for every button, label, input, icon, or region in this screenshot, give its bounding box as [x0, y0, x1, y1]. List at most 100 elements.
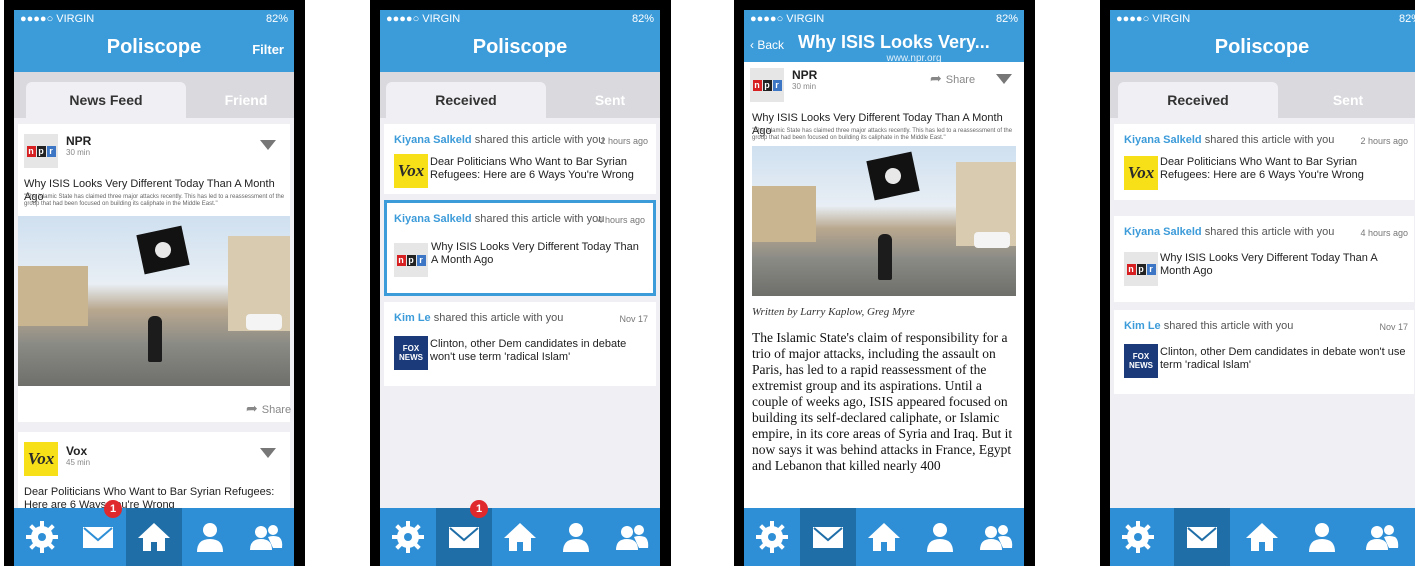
filter-button[interactable]: Filter: [252, 42, 284, 57]
time-ago: 4 hours ago: [597, 215, 645, 225]
tab-sent[interactable]: Sent: [1300, 82, 1396, 118]
snippet: "The Islamic State has claimed three maj…: [24, 194, 285, 207]
back-button[interactable]: ‹ Back: [750, 38, 784, 52]
sharer-line: Kiyana Salkeld shared this article with …: [394, 213, 605, 225]
news-card[interactable]: Vox Vox 45 min Dear Politicians Who Want…: [18, 432, 290, 508]
shared-article-item[interactable]: Kiyana Salkeld shared this article with …: [1114, 216, 1414, 302]
nav-bar: ‹ Back Why ISIS Looks Very... www.npr.or…: [744, 30, 1024, 64]
home-icon: [504, 523, 536, 551]
tab-profile[interactable]: [182, 508, 238, 566]
shared-article-item-selected[interactable]: Kiyana Salkeld shared this article with …: [384, 200, 656, 296]
tab-news-feed[interactable]: News Feed: [26, 82, 186, 118]
notification-badge: 1: [470, 500, 488, 518]
news-card[interactable]: npr NPR 30 min Why ISIS Looks Very Diffe…: [18, 124, 291, 422]
chevron-down-icon[interactable]: [260, 140, 276, 150]
tab-profile[interactable]: [1294, 508, 1350, 566]
time-ago: Nov 17: [619, 314, 648, 324]
phone-article: ●●●●○ VIRGIN 82% ‹ Back Why ISIS Looks V…: [734, 0, 1035, 566]
tab-settings[interactable]: [14, 508, 70, 566]
mail-icon: [1187, 527, 1217, 548]
tab-settings[interactable]: [380, 508, 436, 566]
article-title: Clinton, other Dem candidates in debate …: [1160, 346, 1406, 371]
tab-profile[interactable]: [912, 508, 968, 566]
person-icon: [1309, 523, 1335, 552]
tab-messages[interactable]: [800, 508, 856, 566]
status-bar: ●●●●○ VIRGIN 82%: [14, 10, 294, 30]
notification-badge: 1: [104, 500, 122, 518]
vox-logo: Vox: [24, 442, 58, 476]
screen: ●●●●○ VIRGIN 82% ‹ Back Why ISIS Looks V…: [744, 10, 1024, 566]
tab-settings[interactable]: [744, 508, 800, 566]
gear-icon: [1122, 521, 1154, 553]
article-view[interactable]: npr NPR 30 min ➦ Share Why ISIS Looks Ver…: [744, 62, 1024, 508]
fox-news-logo: FOX NEWS: [394, 336, 428, 370]
friends-icon: [1366, 525, 1399, 550]
friends-icon: [616, 525, 649, 550]
source-time: 45 min: [66, 458, 91, 467]
npr-logo: npr: [24, 134, 58, 168]
tab-home[interactable]: [856, 508, 912, 566]
home-icon: [138, 523, 170, 551]
npr-logo: npr: [394, 243, 428, 277]
sharer-line: Kiyana Salkeld shared this article with …: [1124, 226, 1335, 238]
tab-received[interactable]: Received: [1118, 82, 1278, 118]
source-name: NPR: [792, 68, 818, 82]
sharer-line: Kiyana Salkeld shared this article with …: [1124, 134, 1335, 146]
tab-home[interactable]: [492, 508, 548, 566]
mail-icon: [83, 527, 113, 548]
headline: Dear Politicians Who Want to Bar Syrian …: [24, 486, 275, 508]
tab-messages[interactable]: [1174, 508, 1230, 566]
chevron-down-icon[interactable]: [996, 74, 1012, 84]
tab-friends[interactable]: [968, 508, 1024, 566]
time-ago: 2 hours ago: [600, 136, 648, 146]
carrier-label: ●●●●○ VIRGIN: [750, 13, 825, 25]
article-title: Dear Politicians Who Want to Bar Syrian …: [1160, 156, 1364, 181]
tab-sent[interactable]: Sent: [562, 82, 658, 118]
screen: ●●●●○ VIRGIN 82% Poliscope Filter News F…: [14, 10, 294, 566]
tab-bar: [1110, 508, 1415, 566]
home-icon: [1246, 523, 1278, 551]
tab-messages[interactable]: 1: [436, 500, 492, 566]
gear-icon: [392, 521, 424, 553]
tab-friends[interactable]: [604, 508, 660, 566]
time-ago: 4 hours ago: [1360, 228, 1408, 238]
nav-bar: Poliscope: [1110, 30, 1415, 72]
phone-news-feed: ●●●●○ VIRGIN 82% Poliscope Filter News F…: [4, 0, 305, 566]
shared-articles-list[interactable]: Kiyana Salkeld shared this article with …: [380, 118, 660, 508]
shared-article-item[interactable]: Kim Le shared this article with you Nov …: [1114, 310, 1414, 394]
tab-home[interactable]: [1234, 508, 1290, 566]
screen: ●●●●○ VIRGIN 82% Poliscope Received Sent…: [1110, 10, 1415, 566]
tab-home[interactable]: [126, 508, 182, 566]
tab-friend-activity[interactable]: Friend Activity: [198, 82, 294, 144]
news-feed-list[interactable]: npr NPR 30 min Why ISIS Looks Very Diffe…: [14, 118, 294, 508]
article-title: Clinton, other Dem candidates in debate …: [430, 338, 627, 363]
segment-tabs: Received Sent: [380, 72, 660, 118]
article-title: Why ISIS Looks Very Different Today Than…: [431, 241, 639, 266]
status-bar: ●●●●○ VIRGIN 82%: [380, 10, 660, 30]
home-icon: [868, 523, 900, 551]
article-photo: [752, 146, 1016, 296]
battery-label: 82%: [631, 13, 654, 25]
shared-articles-list[interactable]: Kiyana Salkeld shared this article with …: [1110, 118, 1415, 508]
vox-logo: Vox: [1124, 156, 1158, 190]
tab-received[interactable]: Received: [386, 82, 546, 118]
tab-messages[interactable]: 1: [70, 500, 126, 566]
article-body: The Islamic State's claim of responsibil…: [752, 330, 1013, 473]
share-button[interactable]: ➦ Share: [930, 70, 975, 87]
tab-friends[interactable]: [1354, 508, 1410, 566]
shared-article-item[interactable]: Kiyana Salkeld shared this article with …: [384, 124, 656, 194]
snippet: "The Islamic State has claimed three maj…: [752, 128, 1013, 141]
tab-settings[interactable]: [1110, 508, 1166, 566]
person-icon: [197, 523, 223, 552]
share-button[interactable]: ➦ Share: [246, 400, 291, 417]
source-name: NPR: [66, 134, 92, 148]
shared-article-item[interactable]: Kiyana Salkeld shared this article with …: [1114, 124, 1414, 200]
tab-profile[interactable]: [548, 508, 604, 566]
tab-friends[interactable]: [238, 508, 294, 566]
share-arrow-icon: ➦: [930, 70, 942, 86]
shared-article-item[interactable]: Kim Le shared this article with you Nov …: [384, 302, 656, 386]
battery-label: 82%: [995, 13, 1018, 25]
phone-received-2: ●●●●○ VIRGIN 82% Poliscope Received Sent…: [1100, 0, 1415, 566]
gear-icon: [26, 521, 58, 553]
chevron-down-icon[interactable]: [260, 448, 276, 458]
